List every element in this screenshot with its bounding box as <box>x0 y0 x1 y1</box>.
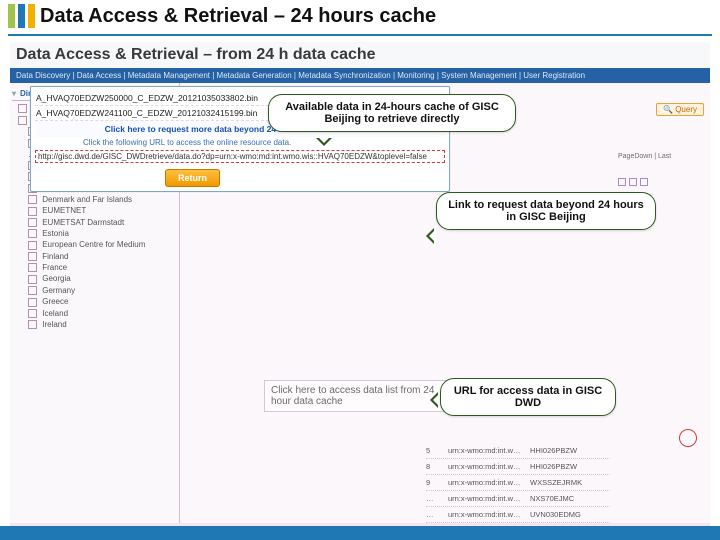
table-row[interactable]: …urn:x-wmo:md:int.wmo.wisUVN030EDMG <box>426 507 610 523</box>
callout-cache: Available data in 24-hours cache of GISC… <box>268 94 516 132</box>
query-label: Query <box>675 105 697 114</box>
footer-bar <box>0 526 720 540</box>
tree-item[interactable]: Denmark and Far Islands <box>28 194 177 205</box>
table-row[interactable]: …urn:x-wmo:md:int.wmo.wisNXS70EJMC <box>426 491 610 507</box>
callout-pointer-icon <box>418 228 434 244</box>
table-row[interactable]: 5urn:x-wmo:md:int.wmo.wisHHI026PBZW <box>426 443 610 459</box>
callout-pointer-icon <box>422 392 438 408</box>
checkbox-icon[interactable] <box>629 178 637 186</box>
tree-item[interactable]: Estonia <box>28 228 177 239</box>
table-row[interactable]: 9urn:x-wmo:md:int.wmo.wisWXSSZEJRMK <box>426 475 610 491</box>
callout-url: URL for access data in GISC DWD <box>440 378 616 416</box>
search-icon: 🔍 <box>663 105 673 114</box>
results-table: 5urn:x-wmo:md:int.wmo.wisHHI026PBZW 8urn… <box>426 443 610 523</box>
callout-request-link: Link to request data beyond 24 hours in … <box>436 192 656 230</box>
tree-item[interactable]: EUMETNET <box>28 205 177 216</box>
checkbox-icon[interactable] <box>618 178 626 186</box>
tree-item[interactable]: Greece <box>28 296 177 307</box>
download-icon[interactable] <box>640 178 648 186</box>
tree-item[interactable]: EUMETSAT Darmstadt <box>28 217 177 228</box>
app-nav[interactable]: Data Discovery | Data Access | Metadata … <box>10 68 710 83</box>
slide-title: Data Access & Retrieval – 24 hours cache <box>40 0 720 32</box>
tree-item[interactable]: Germany <box>28 285 177 296</box>
row-actions[interactable] <box>618 178 704 186</box>
tree-item[interactable]: Finland <box>28 251 177 262</box>
sub-heading: Data Access & Retrieval – from 24 h data… <box>10 42 710 68</box>
title-rule <box>8 34 712 36</box>
online-url-hint: Click the following URL to access the on… <box>83 137 445 148</box>
resource-url[interactable]: http://gisc.dwd.de/GISC_DWDretrieve/data… <box>35 150 445 163</box>
tree-item[interactable]: Ireland <box>28 319 177 330</box>
callout-pointer-icon <box>316 138 332 154</box>
tree-item[interactable]: France <box>28 262 177 273</box>
query-button[interactable]: 🔍 Query <box>656 103 704 116</box>
return-button[interactable]: Return <box>165 169 220 187</box>
tree-item[interactable]: European Centre for Medium <box>28 239 177 250</box>
pager-label[interactable]: PageDown | Last <box>618 153 704 160</box>
brand-logo <box>8 4 35 28</box>
magnifier-icon <box>679 429 697 447</box>
tree-item[interactable]: Iceland <box>28 308 177 319</box>
chevron-down-icon: ▾ <box>12 89 16 98</box>
table-row[interactable]: 8urn:x-wmo:md:int.wmo.wisHHI026PBZW <box>426 459 610 475</box>
tree-item[interactable]: Georgia <box>28 273 177 284</box>
